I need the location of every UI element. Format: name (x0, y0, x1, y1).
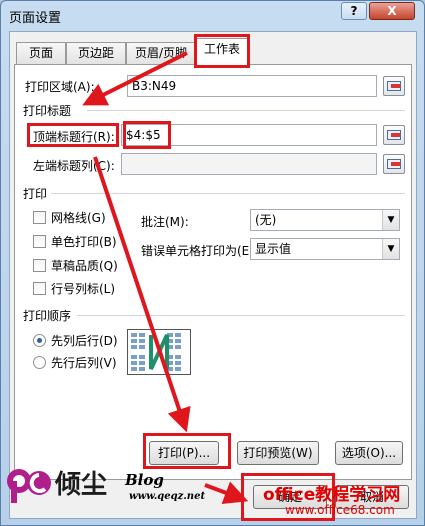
page-setup-dialog: 页面设置 ? X 页面 页边距 页眉/页脚 工作表 打印区域(A): B3:N4… (0, 0, 425, 526)
office-site-url-watermark: www.office68.com (285, 503, 395, 517)
office-site-watermark: office教程学习网 (263, 485, 401, 505)
annotation-arrows (82, 51, 249, 505)
